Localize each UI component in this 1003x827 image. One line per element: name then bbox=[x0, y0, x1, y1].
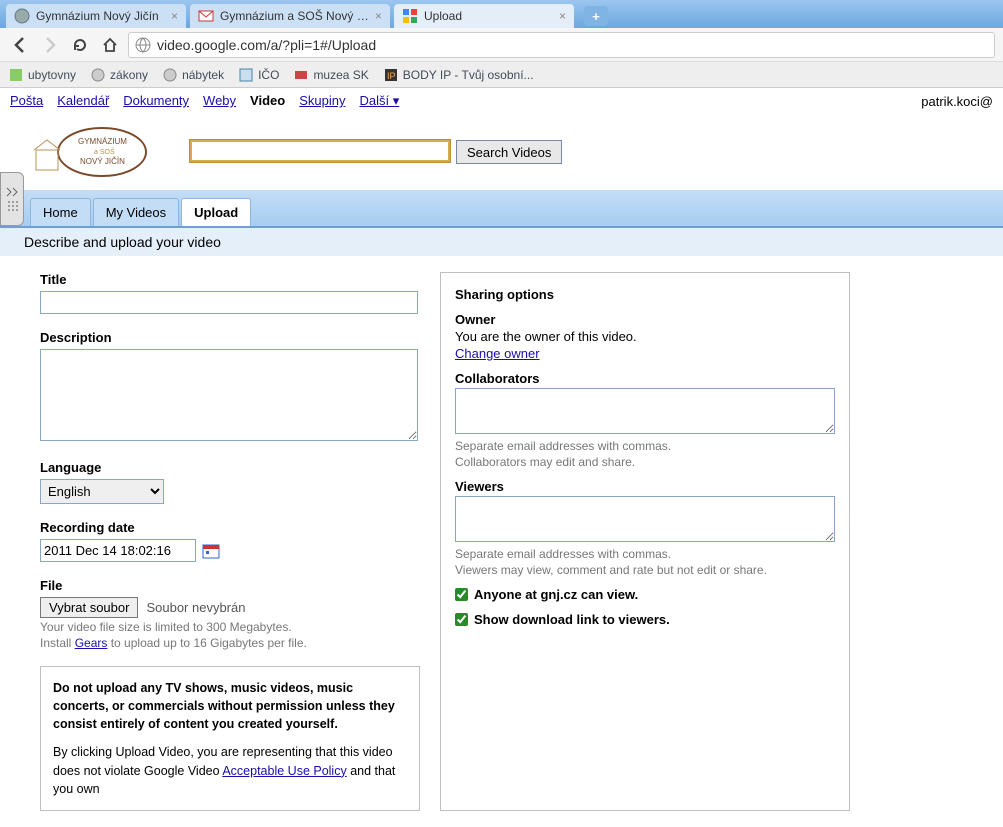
sidebar-expand-handle[interactable] bbox=[0, 172, 24, 226]
forward-button bbox=[38, 33, 62, 57]
owner-label: Owner bbox=[455, 312, 835, 327]
choose-file-button[interactable]: Vybrat soubor bbox=[40, 597, 138, 618]
tab-home[interactable]: Home bbox=[30, 198, 91, 226]
bookmark-item[interactable]: muzea SK bbox=[293, 67, 368, 83]
url-text: video.google.com/a/?pli=1#/Upload bbox=[157, 37, 376, 53]
browser-tab-strip: Gymnázium Nový Jičín × Gymnázium a SOŠ N… bbox=[0, 0, 1003, 28]
language-label: Language bbox=[40, 460, 420, 475]
description-label: Description bbox=[40, 330, 420, 345]
sharing-header: Sharing options bbox=[455, 287, 835, 302]
google-nav: Pošta Kalendář Dokumenty Weby Video Skup… bbox=[0, 88, 1003, 114]
language-select[interactable]: English bbox=[40, 479, 164, 504]
search-input[interactable] bbox=[190, 140, 450, 162]
title-label: Title bbox=[40, 272, 420, 287]
collab-hint2: Collaborators may edit and share. bbox=[455, 455, 835, 469]
svg-text:GYMNÁZIUM: GYMNÁZIUM bbox=[78, 137, 127, 146]
tab-title: Gymnázium a SOŠ Nový Jičín M bbox=[220, 9, 369, 23]
bookmark-item[interactable]: IČO bbox=[238, 67, 279, 83]
nav-link-dokumenty[interactable]: Dokumenty bbox=[123, 93, 189, 109]
tab-title: Gymnázium Nový Jičín bbox=[36, 9, 165, 23]
svg-text:IP: IP bbox=[387, 71, 396, 81]
search-form: Search Videos bbox=[190, 140, 562, 164]
page-tab-bar: Home My Videos Upload bbox=[0, 190, 1003, 228]
viewers-textarea[interactable] bbox=[455, 496, 835, 542]
browser-tab-active[interactable]: Upload × bbox=[394, 4, 574, 28]
tab-upload[interactable]: Upload bbox=[181, 198, 251, 226]
upload-notice: Do not upload any TV shows, music videos… bbox=[40, 666, 420, 811]
viewers-hint1: Separate email addresses with commas. bbox=[455, 547, 835, 561]
owner-text: You are the owner of this video. bbox=[455, 329, 835, 344]
bookmark-item[interactable]: IPBODY IP - Tvůj osobní... bbox=[383, 67, 534, 83]
nav-link-posta[interactable]: Pošta bbox=[10, 93, 43, 109]
bookmarks-bar: ubytovny zákony nábytek IČO muzea SK IPB… bbox=[0, 62, 1003, 88]
anyone-view-label: Anyone at gnj.cz can view. bbox=[474, 587, 638, 602]
collaborators-textarea[interactable] bbox=[455, 388, 835, 434]
new-tab-button[interactable]: + bbox=[584, 6, 608, 26]
user-email: patrik.koci@ bbox=[921, 94, 993, 109]
bookmark-icon bbox=[90, 67, 106, 83]
close-icon[interactable]: × bbox=[171, 9, 178, 23]
close-icon[interactable]: × bbox=[375, 9, 382, 23]
bookmark-item[interactable]: zákony bbox=[90, 67, 148, 83]
nav-link-video-active: Video bbox=[250, 93, 285, 109]
reload-button[interactable] bbox=[68, 33, 92, 57]
show-download-checkbox[interactable] bbox=[455, 613, 468, 626]
file-size-hint: Your video file size is limited to 300 M… bbox=[40, 620, 420, 634]
bookmark-icon: IP bbox=[383, 67, 399, 83]
bookmark-item[interactable]: ubytovny bbox=[8, 67, 76, 83]
calendar-icon[interactable] bbox=[202, 542, 220, 560]
home-button[interactable] bbox=[98, 33, 122, 57]
description-textarea[interactable] bbox=[40, 349, 418, 441]
svg-text:NOVÝ JIČÍN: NOVÝ JIČÍN bbox=[80, 157, 125, 166]
file-status: Soubor nevybrán bbox=[146, 600, 245, 615]
bookmark-icon bbox=[8, 67, 24, 83]
nav-link-skupiny[interactable]: Skupiny bbox=[299, 93, 345, 109]
bookmark-icon bbox=[162, 67, 178, 83]
bookmark-item[interactable]: nábytek bbox=[162, 67, 224, 83]
change-owner-link[interactable]: Change owner bbox=[455, 346, 540, 361]
viewers-hint2: Viewers may view, comment and rate but n… bbox=[455, 563, 835, 577]
tab-title: Upload bbox=[424, 9, 553, 23]
gmail-icon bbox=[198, 8, 214, 24]
collaborators-label: Collaborators bbox=[455, 371, 835, 386]
viewers-label: Viewers bbox=[455, 479, 835, 494]
bookmark-icon bbox=[238, 67, 254, 83]
close-icon[interactable]: × bbox=[559, 9, 566, 23]
recording-date-input[interactable] bbox=[40, 539, 196, 562]
nav-link-weby[interactable]: Weby bbox=[203, 93, 236, 109]
title-input[interactable] bbox=[40, 291, 418, 314]
page-header: GYMNÁZIUM a SOŠ NOVÝ JIČÍN Search Videos bbox=[0, 114, 1003, 190]
bookmark-icon bbox=[293, 67, 309, 83]
collab-hint1: Separate email addresses with commas. bbox=[455, 439, 835, 453]
main-content: Title Description Language English Recor… bbox=[0, 256, 1003, 827]
google-icon bbox=[402, 8, 418, 24]
svg-text:a SOŠ: a SOŠ bbox=[94, 147, 115, 156]
address-bar[interactable]: video.google.com/a/?pli=1#/Upload bbox=[128, 32, 995, 58]
show-download-label: Show download link to viewers. bbox=[474, 612, 670, 627]
upload-form-column: Title Description Language English Recor… bbox=[40, 272, 420, 811]
site-globe-icon bbox=[135, 37, 151, 53]
browser-tab[interactable]: Gymnázium a SOŠ Nový Jičín M × bbox=[190, 4, 390, 28]
nav-link-kalendar[interactable]: Kalendář bbox=[57, 93, 109, 109]
globe-icon bbox=[14, 8, 30, 24]
anyone-view-checkbox[interactable] bbox=[455, 588, 468, 601]
acceptable-use-link[interactable]: Acceptable Use Policy bbox=[222, 764, 346, 778]
sharing-options-panel: Sharing options Owner You are the owner … bbox=[440, 272, 850, 811]
nav-link-more[interactable]: Další ▾ bbox=[359, 93, 399, 109]
school-logo: GYMNÁZIUM a SOŠ NOVÝ JIČÍN bbox=[30, 124, 150, 180]
gears-hint: Install Gears to upload up to 16 Gigabyt… bbox=[40, 636, 420, 650]
tab-my-videos[interactable]: My Videos bbox=[93, 198, 179, 226]
page-subtitle: Describe and upload your video bbox=[0, 228, 1003, 256]
browser-toolbar: video.google.com/a/?pli=1#/Upload bbox=[0, 28, 1003, 62]
gears-link[interactable]: Gears bbox=[75, 636, 108, 650]
recording-date-label: Recording date bbox=[40, 520, 420, 535]
search-button[interactable]: Search Videos bbox=[456, 140, 562, 164]
file-label: File bbox=[40, 578, 420, 593]
browser-tab[interactable]: Gymnázium Nový Jičín × bbox=[6, 4, 186, 28]
back-button[interactable] bbox=[8, 33, 32, 57]
